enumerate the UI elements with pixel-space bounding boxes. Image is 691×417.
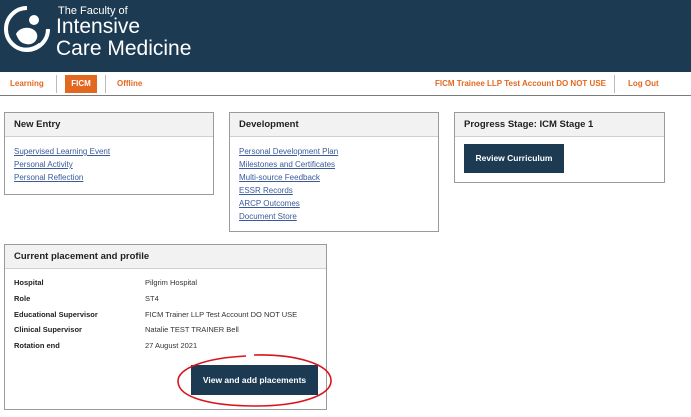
info-label: Role: [14, 294, 31, 303]
logout-link[interactable]: Log Out: [628, 72, 659, 96]
info-value: Pilgrim Hospital: [145, 278, 198, 287]
panel-title: Progress Stage: ICM Stage 1: [455, 113, 664, 137]
info-label: Clinical Supervisor: [14, 325, 82, 334]
dev-link-essr[interactable]: ESSR Records: [239, 184, 438, 197]
new-entry-link-personal-activity[interactable]: Personal Activity: [14, 158, 213, 171]
nav-account[interactable]: FICM Trainee LLP Test Account DO NOT USE: [435, 72, 606, 96]
panel-title: New Entry: [5, 113, 213, 137]
progress-panel: Progress Stage: ICM Stage 1 Review Curri…: [454, 112, 665, 183]
info-label: Rotation end: [14, 341, 60, 350]
info-label: Educational Supervisor: [14, 310, 98, 319]
brand-line-2: Intensive: [56, 15, 141, 38]
highlight-circle-annotation: [177, 354, 332, 407]
brand-line-3: Care Medicine: [56, 37, 192, 60]
new-entry-panel: New Entry Supervised Learning Event Pers…: [4, 112, 214, 195]
new-entry-link-personal-reflection[interactable]: Personal Reflection: [14, 171, 213, 184]
nav-offline[interactable]: Offline: [117, 72, 142, 96]
info-value: FICM Trainer LLP Test Account DO NOT USE: [145, 310, 298, 319]
dev-link-document-store[interactable]: Document Store: [239, 210, 438, 223]
nav-divider: [56, 75, 57, 93]
dev-link-msf[interactable]: Multi-source Feedback: [239, 171, 438, 184]
nav-learning[interactable]: Learning: [10, 72, 44, 96]
info-value: 27 August 2021: [145, 341, 198, 350]
new-entry-link-sle[interactable]: Supervised Learning Event: [14, 145, 213, 158]
info-value: ST4: [145, 294, 159, 303]
development-panel: Development Personal Development Plan Mi…: [229, 112, 439, 232]
nav-ficm[interactable]: FICM: [65, 75, 97, 93]
info-value: Natalie TEST TRAINER Bell: [145, 325, 239, 334]
nav-divider: [614, 75, 615, 93]
dev-link-pdp[interactable]: Personal Development Plan: [239, 145, 438, 158]
site-header: The Faculty of Intensive Care Medicine: [0, 0, 691, 72]
dev-link-arcp[interactable]: ARCP Outcomes: [239, 197, 438, 210]
dev-link-milestones[interactable]: Milestones and Certificates: [239, 158, 438, 171]
panel-title: Development: [230, 113, 438, 137]
review-curriculum-button[interactable]: Review Curriculum: [464, 144, 564, 173]
faculty-logo-icon: [4, 6, 50, 52]
panel-title: Current placement and profile: [5, 245, 326, 269]
top-nav: Learning FICM Offline FICM Trainee LLP T…: [0, 72, 691, 96]
nav-divider: [105, 75, 106, 93]
info-label: Hospital: [14, 278, 44, 287]
